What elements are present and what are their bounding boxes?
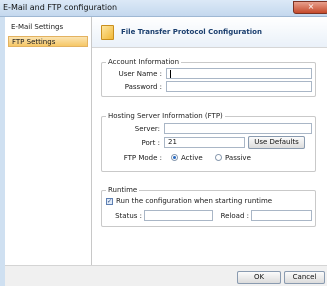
password-label: Password : [124, 83, 162, 91]
close-button[interactable]: × [293, 1, 327, 14]
reload-label: Reload : [220, 212, 249, 220]
account-info-group: Account Information User Name : Password… [101, 58, 316, 97]
dialog-footer: OK Cancel [5, 265, 327, 286]
use-defaults-button[interactable]: Use Defaults [248, 136, 305, 149]
close-icon: × [307, 2, 315, 11]
ftp-mode-label: FTP Mode : [123, 154, 162, 162]
page-header: File Transfer Protocol Configuration [92, 17, 327, 48]
group-label: Runtime [106, 186, 140, 194]
window-title: E-Mail and FTP configuration [3, 3, 118, 12]
active-label: Active [181, 154, 203, 162]
reload-field[interactable] [251, 210, 312, 221]
text-caret [170, 70, 171, 78]
run-checkbox[interactable]: ✓ [106, 198, 113, 205]
folder-icon [101, 25, 114, 40]
password-field[interactable] [166, 81, 312, 92]
port-field[interactable]: 21 [164, 137, 245, 148]
group-label: Hosting Server Information (FTP) [106, 112, 225, 120]
sidebar-item-label: FTP Settings [12, 38, 56, 46]
active-radio[interactable] [171, 154, 178, 161]
runtime-group: Runtime ✓ Run the configuration when sta… [101, 186, 316, 227]
port-label: Port : [141, 139, 160, 147]
status-label: Status : [115, 212, 142, 220]
page-title: File Transfer Protocol Configuration [121, 28, 262, 36]
username-label: User Name : [118, 70, 162, 78]
passive-radio[interactable] [215, 154, 222, 161]
sidebar-item-ftp-settings[interactable]: FTP Settings [8, 36, 88, 47]
sidebar-item-label: E-Mail Settings [11, 23, 64, 31]
status-field[interactable] [144, 210, 213, 221]
passive-label: Passive [225, 154, 251, 162]
sidebar: E-Mail Settings FTP Settings [5, 17, 92, 265]
ok-button[interactable]: OK [237, 271, 281, 284]
server-field[interactable] [164, 123, 312, 134]
title-bar: E-Mail and FTP configuration × [0, 0, 327, 17]
username-field[interactable] [166, 68, 312, 79]
run-checkbox-label: Run the configuration when starting runt… [116, 197, 273, 205]
hosting-server-group: Hosting Server Information (FTP) Server:… [101, 112, 316, 172]
dialog-client: E-Mail Settings FTP Settings File Transf… [5, 17, 327, 286]
cancel-button[interactable]: Cancel [284, 271, 325, 284]
server-label: Server: [134, 125, 160, 133]
sidebar-item-email-settings[interactable]: E-Mail Settings [8, 22, 88, 33]
group-label: Account Information [106, 58, 182, 66]
